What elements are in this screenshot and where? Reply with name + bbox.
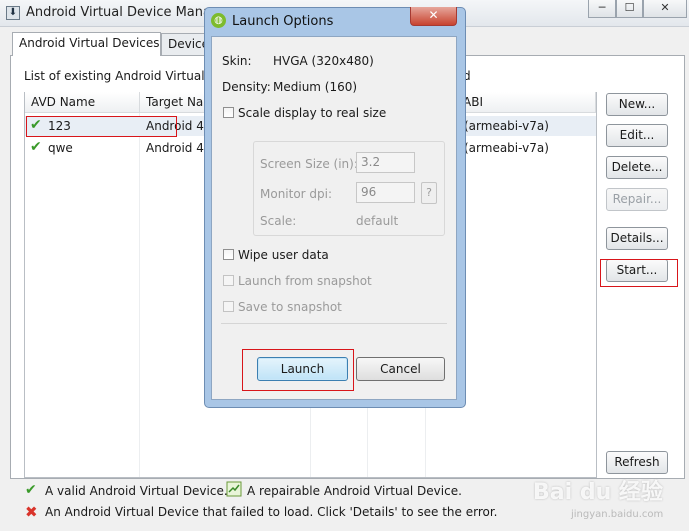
android-logo-icon: ◍ [211, 13, 226, 28]
skin-label: Skin: [222, 54, 252, 68]
start-button[interactable]: Start... [606, 259, 668, 282]
dialog-close-button[interactable]: ✕ [410, 7, 457, 26]
screen-size-label: Screen Size (in): [260, 157, 358, 171]
abi-cell: (armeabi-v7a) [464, 119, 549, 133]
watermark-url: jingyan.baidu.com [571, 509, 664, 520]
monitor-dpi-label: Monitor dpi: [260, 187, 333, 201]
help-button[interactable]: ? [421, 182, 437, 204]
launch-button[interactable]: Launch [257, 357, 348, 381]
target-cell: Android 4 [146, 141, 204, 155]
tab-device-definitions[interactable]: Device [161, 33, 209, 55]
scale-value: default [356, 214, 399, 228]
density-label: Density: [222, 80, 271, 94]
legend-repairable: A repairable Android Virtual Device. [247, 484, 462, 498]
window-title: Android Virtual Device Manage [26, 5, 228, 20]
wipe-user-data-checkbox[interactable] [223, 249, 234, 260]
maximize-button[interactable]: ☐ [616, 0, 643, 18]
valid-check-icon: ✔ [30, 117, 42, 133]
column-header-avd-name[interactable]: AVD Name [25, 92, 140, 113]
edit-button[interactable]: Edit... [606, 124, 668, 147]
column-header-target-name[interactable]: Target Na [140, 92, 210, 113]
wipe-user-data-label[interactable]: Wipe user data [238, 248, 329, 262]
list-caption: List of existing Android Virtual [24, 69, 205, 83]
target-cell: Android 4 [146, 119, 204, 133]
legend-valid: A valid Android Virtual Device. [45, 484, 228, 498]
valid-check-icon: ✔ [25, 482, 37, 498]
scale-checkbox-label[interactable]: Scale display to real size [238, 106, 386, 120]
refresh-button[interactable]: Refresh [606, 451, 668, 474]
save-to-snapshot-label[interactable]: Save to snapshot [238, 300, 342, 314]
scale-checkbox[interactable] [223, 107, 234, 118]
dialog-title: Launch Options [232, 14, 334, 29]
screen-size-field[interactable]: 3.2 [356, 152, 415, 173]
dialog-separator [221, 323, 447, 324]
column-header-abi[interactable]: ABI [457, 92, 596, 113]
monitor-dpi-field[interactable]: 96 [356, 182, 415, 203]
launch-from-snapshot-checkbox[interactable] [223, 275, 234, 286]
avd-name-cell: 123 [48, 119, 71, 133]
minimize-button[interactable]: ─ [588, 0, 616, 18]
close-button[interactable]: ✕ [643, 0, 687, 18]
save-to-snapshot-checkbox[interactable] [223, 301, 234, 312]
avd-name-cell: qwe [48, 141, 73, 155]
app-icon: ⬇ [6, 6, 20, 20]
legend-failed: An Android Virtual Device that failed to… [45, 505, 498, 519]
repair-button[interactable]: Repair... [606, 188, 668, 211]
column-divider [139, 113, 140, 477]
repair-icon [226, 481, 242, 497]
scale-label: Scale: [260, 214, 297, 228]
delete-button[interactable]: Delete... [606, 156, 668, 179]
cancel-button[interactable]: Cancel [356, 357, 445, 381]
new-button[interactable]: New... [606, 93, 668, 116]
density-value: Medium (160) [273, 80, 358, 94]
tab-android-virtual-devices[interactable]: Android Virtual Devices [12, 32, 161, 56]
valid-check-icon: ✔ [30, 139, 42, 155]
baidu-watermark: Bai du 经验 [533, 480, 663, 505]
launch-from-snapshot-label[interactable]: Launch from snapshot [238, 274, 372, 288]
error-x-icon: ✖ [25, 503, 38, 521]
details-button[interactable]: Details... [606, 227, 668, 250]
skin-value: HVGA (320x480) [273, 54, 374, 68]
abi-cell: (armeabi-v7a) [464, 141, 549, 155]
